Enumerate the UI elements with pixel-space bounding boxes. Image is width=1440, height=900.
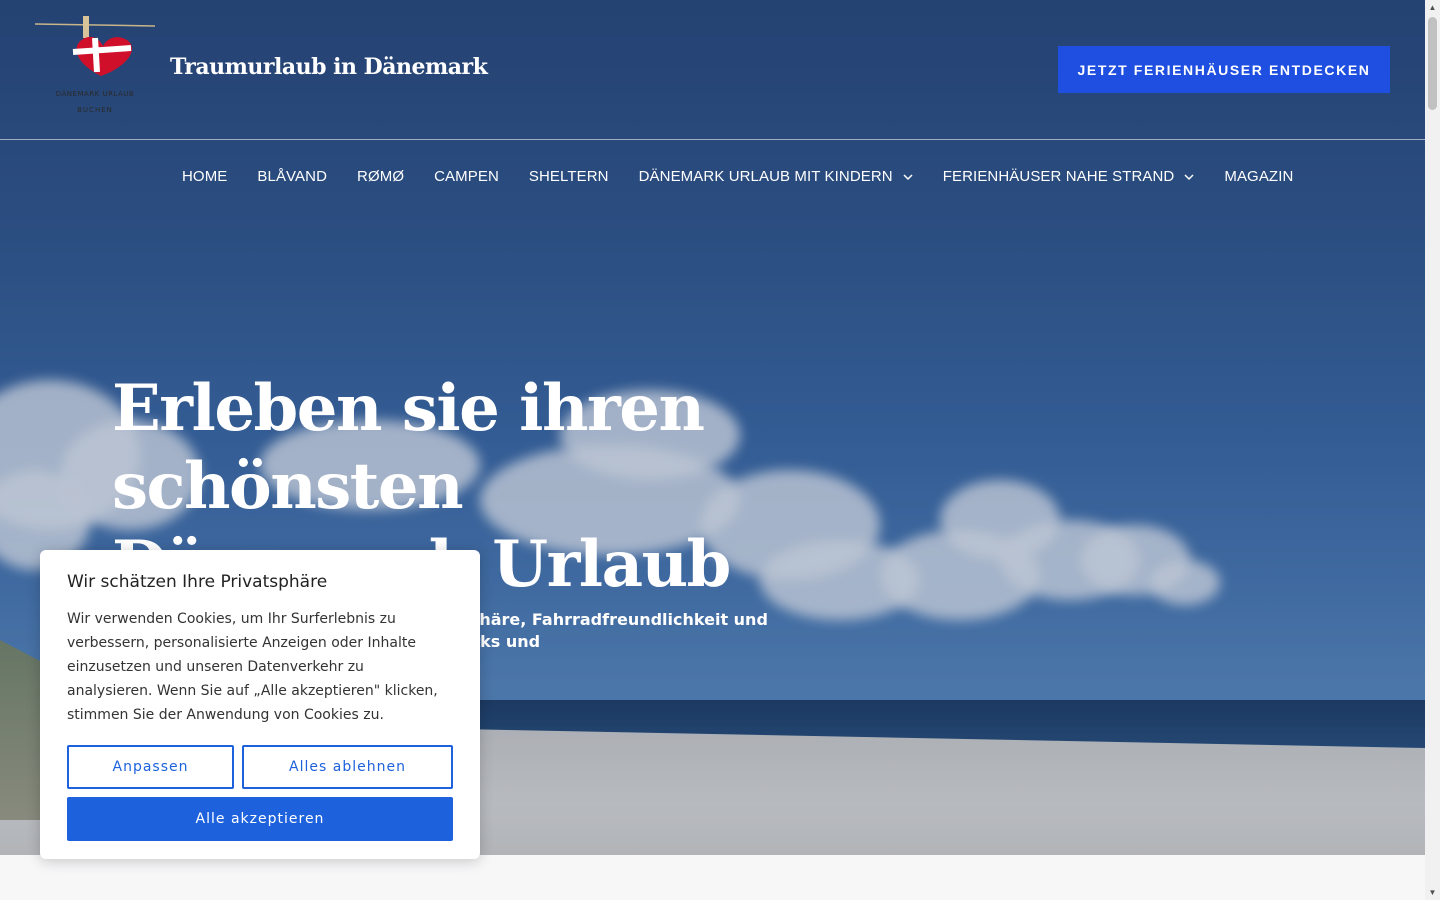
chevron-down-icon	[903, 168, 913, 185]
nav-item-ferienhaeuser-nahe-strand[interactable]: FERIENHÄUSER NAHE STRAND	[928, 168, 1210, 185]
nav-item-urlaub-mit-kindern[interactable]: DÄNEMARK URLAUB MIT KINDERN	[624, 168, 928, 185]
nav-item-label: DÄNEMARK URLAUB MIT KINDERN	[638, 167, 893, 185]
reject-all-button[interactable]: Alles ablehnen	[242, 745, 453, 789]
nav-item-label: BLÅVAND	[257, 167, 328, 185]
nav-item-romo[interactable]: RØMØ	[342, 168, 419, 185]
nav-item-campen[interactable]: CAMPEN	[419, 168, 514, 185]
nav-item-label: FERIENHÄUSER NAHE STRAND	[942, 167, 1175, 185]
nav-item-magazin[interactable]: MAGAZIN	[1209, 168, 1308, 185]
nav-item-blavand[interactable]: BLÅVAND	[242, 168, 342, 185]
nav-item-label: RØMØ	[357, 167, 405, 185]
cookie-consent-banner: Wir schätzen Ihre Privatsphäre Wir verwe…	[40, 550, 480, 859]
discover-holiday-homes-button[interactable]: JETZT FERIENHÄUSER ENTDECKEN	[1058, 46, 1390, 93]
customize-cookies-button[interactable]: Anpassen	[67, 745, 234, 789]
site-title[interactable]: Traumurlaub in Dänemark	[170, 54, 488, 80]
nav-item-label: HOME	[182, 167, 228, 185]
cookie-button-row: Anpassen Alles ablehnen	[67, 745, 453, 789]
chevron-down-icon	[1184, 168, 1194, 185]
nav-item-label: SHELTERN	[528, 167, 609, 185]
site-logo[interactable]: DÄNEMARK URLAUB BUCHEN	[33, 14, 157, 120]
cookie-banner-text: Wir verwenden Cookies, um Ihr Surferlebn…	[67, 611, 438, 723]
svg-text:BUCHEN: BUCHEN	[77, 106, 113, 114]
vertical-scrollbar[interactable]: ▲ ▼	[1425, 0, 1440, 900]
nav-item-sheltern[interactable]: SHELTERN	[514, 168, 624, 185]
heart-flag-icon: DÄNEMARK URLAUB BUCHEN	[34, 16, 156, 114]
nav-item-home[interactable]: HOME	[167, 168, 242, 185]
scroll-up-arrow-icon[interactable]: ▲	[1425, 0, 1440, 15]
accept-all-button[interactable]: Alle akzeptieren	[67, 797, 453, 841]
svg-text:DÄNEMARK URLAUB: DÄNEMARK URLAUB	[56, 89, 134, 98]
main-navigation: HOME BLÅVAND RØMØ CAMPEN SHELTERN DÄNEMA…	[167, 164, 1308, 188]
nav-item-label: CAMPEN	[434, 167, 499, 185]
scroll-down-arrow-icon[interactable]: ▼	[1425, 885, 1440, 900]
scrollbar-thumb[interactable]	[1428, 17, 1437, 110]
nav-item-label: MAGAZIN	[1224, 167, 1294, 185]
cookie-banner-title: Wir schätzen Ihre Privatsphäre	[67, 572, 328, 592]
site-header: DÄNEMARK URLAUB BUCHEN Traumurlaub in Dä…	[0, 0, 1425, 140]
